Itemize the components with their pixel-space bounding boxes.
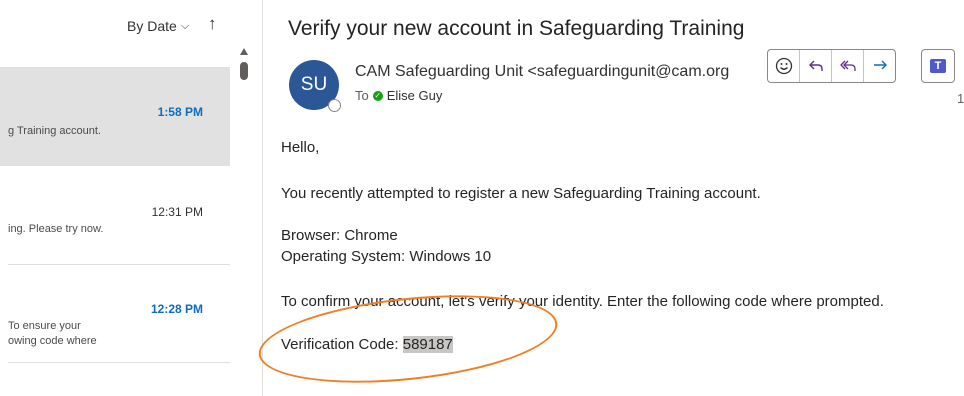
list-item-selected[interactable]: 1:58 PM g Training account.: [0, 67, 230, 166]
email-subject: Verify your new account in Safeguarding …: [288, 17, 745, 40]
recipient-name[interactable]: Elise Guy: [387, 88, 443, 103]
recipient-line: To ✓ Elise Guy: [355, 88, 442, 103]
message-preview: ing. Please try now.: [8, 223, 104, 235]
scroll-thumb[interactable]: [240, 62, 248, 80]
overflow-count: 1: [957, 91, 964, 106]
presence-status-icon: [328, 99, 341, 112]
scroll-up-arrow-icon[interactable]: [240, 48, 248, 55]
forward-icon[interactable]: [864, 50, 895, 82]
sort-direction-arrow-icon[interactable]: ↑: [208, 14, 217, 34]
sort-label: By Date: [127, 18, 177, 34]
avatar[interactable]: SU: [289, 60, 341, 112]
avatar-initials: SU: [300, 74, 328, 95]
sort-dropdown[interactable]: By Date ⌵: [127, 18, 189, 34]
message-time: 12:28 PM: [150, 302, 203, 316]
message-actions-toolbar: [767, 49, 896, 83]
chevron-down-icon: ⌵: [180, 19, 190, 32]
message-preview: g Training account.: [8, 125, 101, 137]
list-divider: [8, 362, 230, 363]
reply-all-icon[interactable]: [832, 50, 864, 82]
body-os: Operating System: Windows 10: [281, 248, 492, 265]
message-time: 12:31 PM: [151, 205, 203, 219]
list-divider: [8, 264, 230, 265]
list-item[interactable]: 12:28 PM To ensure your owing code where: [0, 266, 230, 361]
to-label: To: [355, 88, 369, 103]
message-list-pane: By Date ⌵ ↑ 1:58 PM g Training account. …: [0, 0, 263, 396]
reply-icon[interactable]: [800, 50, 832, 82]
teams-icon[interactable]: T: [921, 49, 955, 83]
smiley-icon[interactable]: [768, 50, 800, 82]
body-line: You recently attempted to register a new…: [281, 185, 761, 202]
message-preview-line-1: To ensure your: [8, 320, 81, 332]
body-greeting: Hello,: [281, 139, 320, 156]
list-item[interactable]: 12:31 PM ing. Please try now.: [0, 170, 230, 262]
presence-available-icon: ✓: [372, 90, 383, 101]
sender-name[interactable]: CAM Safeguarding Unit <safeguardingunit@…: [355, 63, 731, 81]
message-time: 1:58 PM: [157, 105, 203, 119]
message-preview-line-2: owing code where: [8, 335, 97, 347]
body-browser: Browser: Chrome: [281, 227, 398, 244]
scrollbar[interactable]: [237, 40, 252, 396]
